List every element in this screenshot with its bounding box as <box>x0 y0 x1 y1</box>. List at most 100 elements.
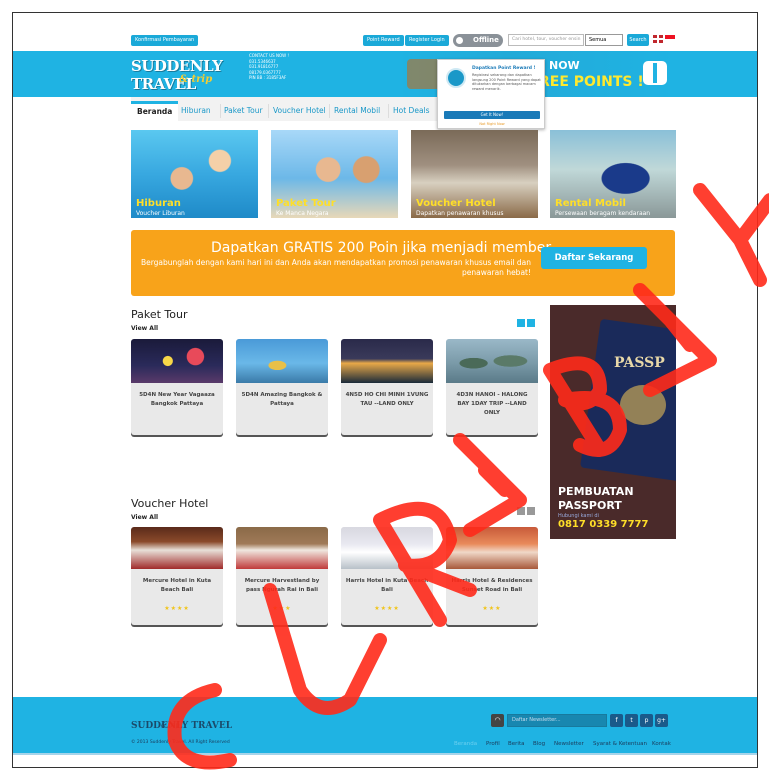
hotel-name: Mercure Hotel in Kuta Beach Bali <box>142 578 212 593</box>
tour-card[interactable]: 5D4N Amazing Bangkok & Pattaya <box>236 339 328 435</box>
footer-link-newsletter[interactable]: Newsletter <box>554 741 584 747</box>
facebook-icon[interactable]: f <box>610 714 623 727</box>
promo-headline: Dapatkan GRATIS 200 Poin jika menjadi me… <box>211 240 552 256</box>
google-plus-icon[interactable]: g+ <box>655 714 668 727</box>
twitter-icon[interactable]: t <box>625 714 638 727</box>
chat-status-badge[interactable]: Offline <box>453 34 503 47</box>
voucher-hotel-view-all[interactable]: View All <box>131 514 158 521</box>
hotel-name: Harris Hotel in Kuta Beach Bali <box>345 578 429 593</box>
tour-image <box>131 339 223 383</box>
passport-book-title: PASSP <box>614 355 665 371</box>
banner-points-text: REE POINTS ! <box>539 74 644 90</box>
passport-ad-line2: PASSPORT <box>558 499 622 512</box>
category-card-voucher-hotel[interactable]: Voucher Hotel Dapatkan penawaran khusus <box>411 130 538 218</box>
passport-ad-phone: 0817 0339 7777 <box>558 519 649 530</box>
get-it-now-button[interactable]: Get It Now! <box>444 111 540 119</box>
footer-link-blog[interactable]: Blog <box>533 741 545 747</box>
nav-paket-tour[interactable]: Paket Tour <box>224 101 263 121</box>
category-card-rental-mobil[interactable]: Rental Mobil Persewaan beragam kendaraan <box>550 130 676 218</box>
popup-text: Registrasi sekarang dan dapatkan langsun… <box>472 73 541 91</box>
search-button[interactable]: Search <box>627 34 649 46</box>
hotel-image <box>236 527 328 569</box>
footer-logo-subtext: & trip <box>161 722 180 729</box>
footer-link-berita[interactable]: Berita <box>508 741 524 747</box>
nav-beranda[interactable]: Beranda <box>131 101 179 121</box>
member-promo-banner: Dapatkan GRATIS 200 Poin jika menjadi me… <box>131 230 675 296</box>
site-logo[interactable]: SUDDENLY TRAVEL & trip <box>131 57 231 93</box>
hotel-rating-stars: ★★★★ <box>164 605 190 612</box>
hotel-image <box>341 527 433 569</box>
category-subtitle: Voucher Liburan <box>136 210 185 217</box>
copyright-text: © 2013 Suddenly Travel. All Right Reserv… <box>131 740 230 745</box>
footer-link-profil[interactable]: Profil <box>486 741 500 747</box>
nav-separator <box>220 104 221 118</box>
tour-name: 5D4N New Year Vagaaza Bangkok Pattaya <box>139 392 215 407</box>
category-title: Voucher Hotel <box>416 198 496 209</box>
flag-english-icon[interactable] <box>653 35 663 43</box>
prev-arrow-icon[interactable] <box>517 507 525 515</box>
nav-separator <box>329 104 330 118</box>
hotel-image <box>446 527 538 569</box>
tour-image <box>236 339 328 383</box>
rss-icon[interactable]: ◠ <box>491 714 504 727</box>
category-subtitle: Persewaan beragam kendaraan <box>555 210 651 217</box>
flag-indonesia-icon[interactable] <box>665 35 675 43</box>
tour-name: 4D3N HANOI - HALONG BAY 1DAY TRIP --LAND… <box>456 392 528 416</box>
hotel-name: Harris Hotel & Residences Sunset Road in… <box>451 578 533 593</box>
contact-info: CONTACT US NOW ! 031.5346637 031.9181677… <box>249 53 289 81</box>
tour-image <box>341 339 433 383</box>
pinterest-icon[interactable]: p <box>640 714 653 727</box>
footer-logo[interactable]: SUDDENLY TRAVEL & trip <box>131 713 232 732</box>
tour-image <box>446 339 538 383</box>
top-bar: Konfirmasi Pembayaran Point Reward Regis… <box>13 13 757 51</box>
hotel-name: Mercure Harvestland by pass Ngurah Rai i… <box>244 578 320 593</box>
banner-now-text: NOW <box>549 59 580 72</box>
newsletter-input[interactable]: Daftar Newsletter... <box>507 714 607 727</box>
not-right-now-link[interactable]: Not Right Now <box>438 122 546 126</box>
nav-voucher-hotel[interactable]: Voucher Hotel <box>273 101 326 121</box>
paket-tour-title: Paket Tour <box>131 308 188 321</box>
payment-confirm-button[interactable]: Konfirmasi Pembayaran <box>131 35 199 46</box>
footer-link-syarat[interactable]: Syarat & Ketentuan <box>593 741 647 747</box>
passport-ad-banner[interactable]: PASSP PEMBUATAN PASSPORT Hubungi kami di… <box>550 305 676 539</box>
search-input[interactable]: Cari hotel, tour, voucher ensin <box>508 34 584 46</box>
service-select[interactable]: Semua <box>585 34 623 46</box>
nav-rental-mobil[interactable]: Rental Mobil <box>334 101 380 121</box>
register-login-button[interactable]: Register Login <box>405 35 449 46</box>
category-title: Paket Tour <box>276 198 336 209</box>
nav-hiburan[interactable]: Hiburan <box>181 101 211 121</box>
daftar-sekarang-button[interactable]: Daftar Sekarang <box>541 247 647 269</box>
category-title: Rental Mobil <box>555 198 626 209</box>
hotel-card[interactable]: Mercure Hotel in Kuta Beach Bali ★★★★ <box>131 527 223 625</box>
prev-arrow-icon[interactable] <box>517 319 525 327</box>
hotel-card[interactable]: Harris Hotel in Kuta Beach Bali ★★★★ <box>341 527 433 625</box>
popup-title: Dapatkan Point Reward ! <box>472 66 536 71</box>
tour-card[interactable]: 5D4N New Year Vagaaza Bangkok Pattaya <box>131 339 223 435</box>
passport-emblem-icon <box>620 385 666 425</box>
next-arrow-icon[interactable] <box>527 507 535 515</box>
footer-link-beranda[interactable]: Beranda <box>454 741 477 747</box>
reward-medal-icon <box>446 68 466 88</box>
category-card-paket-tour[interactable]: Paket Tour Ke Manca Negara <box>271 130 398 218</box>
nav-hot-deals[interactable]: Hot Deals <box>393 101 430 121</box>
hotel-card[interactable]: Mercure Harvestland by pass Ngurah Rai i… <box>236 527 328 625</box>
tour-name: 4N5D HO CHI MINH 1VUNG TAU --LAND ONLY <box>345 392 429 407</box>
hotel-rating-stars: ★★★ <box>272 605 292 612</box>
paket-tour-view-all[interactable]: View All <box>131 325 158 332</box>
hotel-card[interactable]: Harris Hotel & Residences Sunset Road in… <box>446 527 538 625</box>
footer-logo-text: SUDDENLY TRAVEL <box>131 721 233 731</box>
footer-link-kontak[interactable]: Kontak <box>652 741 671 747</box>
point-reward-button[interactable]: Point Reward <box>363 35 404 46</box>
status-label: Offline <box>473 36 499 44</box>
nav-separator <box>268 104 269 118</box>
category-title: Hiburan <box>136 198 181 209</box>
tour-name: 5D4N Amazing Bangkok & Pattaya <box>241 392 323 407</box>
tour-card[interactable]: 4D3N HANOI - HALONG BAY 1DAY TRIP --LAND… <box>446 339 538 435</box>
hotel-rating-stars: ★★★ <box>482 605 502 612</box>
category-card-hiburan[interactable]: Hiburan Voucher Liburan <box>131 130 258 218</box>
hotel-image <box>131 527 223 569</box>
next-arrow-icon[interactable] <box>527 319 535 327</box>
contact-line: CONTACT US NOW ! <box>249 53 289 58</box>
promo-body: Bergabunglah dengan kami hari ini dan An… <box>140 258 531 277</box>
tour-card[interactable]: 4N5D HO CHI MINH 1VUNG TAU --LAND ONLY <box>341 339 433 435</box>
